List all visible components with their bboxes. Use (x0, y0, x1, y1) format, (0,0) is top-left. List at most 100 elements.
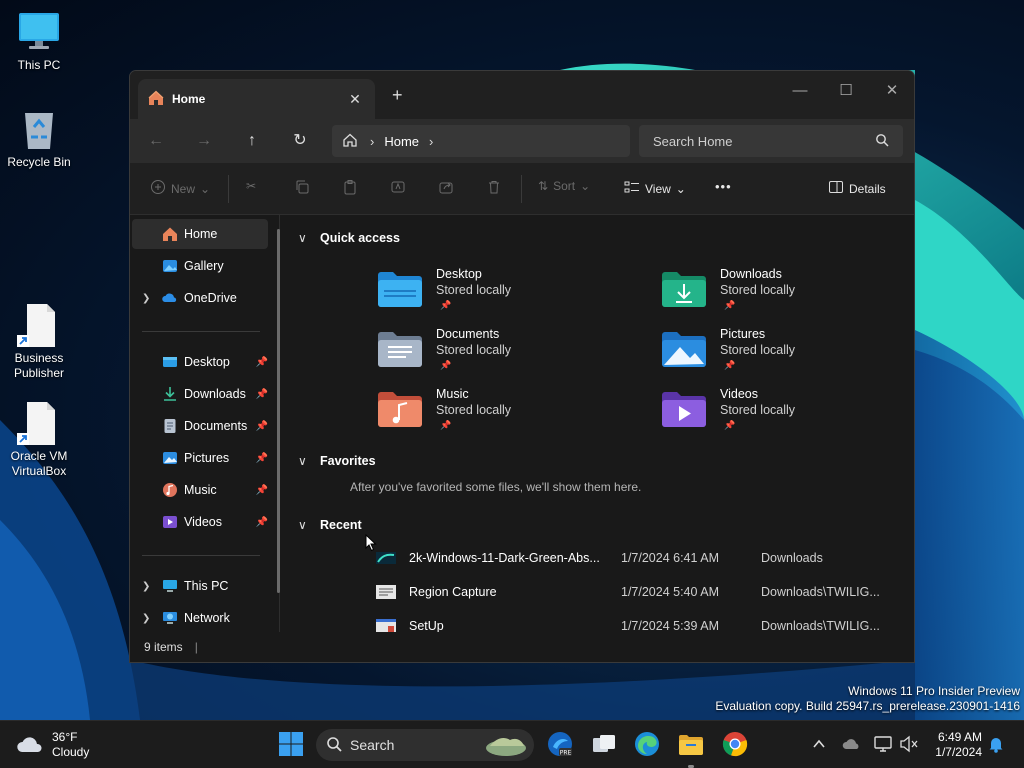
network-tray-icon[interactable] (873, 721, 893, 768)
pre-app-icon[interactable]: PRE (547, 731, 573, 757)
monitor-icon (17, 10, 61, 54)
pin-icon: 📌 (255, 452, 268, 464)
folder-status: Stored locally (436, 403, 512, 417)
weather-widget[interactable]: 36°F Cloudy (16, 730, 89, 760)
desktop-icon-oracle-vm-virtualbox[interactable]: Oracle VM VirtualBox (1, 401, 77, 479)
desktop-icon-business-publisher[interactable]: Business Publisher (1, 303, 77, 381)
section-quick-access[interactable]: ∨ Quick access (298, 231, 400, 245)
cloud-icon (16, 733, 44, 758)
onedrive-tray-icon[interactable] (842, 721, 862, 768)
clock[interactable]: 6:49 AM 1/7/2024 (935, 730, 982, 760)
refresh-button[interactable]: ↻ (288, 129, 312, 153)
chevron-right-icon[interactable]: ❯ (142, 293, 150, 304)
chevron-right-icon[interactable]: › (429, 134, 433, 149)
nav-item-onedrive[interactable]: ❯ OneDrive (132, 283, 268, 313)
nav-item-music[interactable]: Music 📌 (132, 475, 268, 505)
details-button[interactable]: Details (828, 179, 886, 198)
chevron-down-icon[interactable]: ∨ (298, 518, 307, 532)
nav-item-pictures[interactable]: Pictures 📌 (132, 443, 268, 473)
task-view-icon[interactable] (591, 731, 617, 757)
nav-item-downloads[interactable]: Downloads 📌 (132, 379, 268, 409)
up-button[interactable]: ↑ (240, 129, 264, 153)
chevron-down-icon[interactable]: ∨ (298, 454, 307, 468)
section-recent[interactable]: ∨ Recent (298, 518, 362, 532)
chevron-down-icon[interactable]: ∨ (298, 231, 307, 245)
desktop-icon-this-pc[interactable]: This PC (1, 10, 77, 73)
nav-item-network[interactable]: ❯ Network (132, 603, 268, 633)
more-options-button[interactable]: ••• (715, 179, 732, 194)
start-button[interactable] (278, 731, 304, 757)
back-button[interactable]: ← (144, 129, 168, 153)
maximize-button[interactable]: ☐ (823, 77, 869, 105)
sort-button[interactable]: ⇅ Sort ⌄ (538, 179, 590, 193)
sort-label: Sort (553, 179, 576, 193)
minimize-button[interactable]: — (777, 77, 823, 105)
quick-access-pictures[interactable]: Pictures Stored locally 📌 (662, 327, 902, 381)
tab-home[interactable]: Home ✕ (138, 79, 375, 119)
title-bar: Home ✕ + — ☐ ✕ (130, 71, 914, 119)
file-explorer-window: Home ✕ + — ☐ ✕ ← → ↑ ↻ › Home › Search H… (129, 70, 915, 663)
desktop-icon-recycle-bin[interactable]: Recycle Bin (1, 107, 77, 170)
watermark-line-2: Evaluation copy. Build 25947.rs_prerelea… (715, 699, 1020, 713)
navigation-scrollbar[interactable] (277, 229, 280, 593)
recent-row[interactable]: 2k-Windows-11-Dark-Green-Abs... 1/7/2024… (376, 545, 896, 571)
clipboard-icon (342, 179, 358, 198)
folder-name: Downloads (720, 267, 782, 281)
cut-button[interactable]: ✂ (246, 179, 256, 193)
pin-icon: 📌 (724, 420, 736, 430)
tab-title: Home (172, 92, 206, 106)
item-count: 9 items (144, 640, 183, 654)
chrome-browser-icon[interactable] (722, 731, 748, 757)
show-hidden-icons-button[interactable] (812, 721, 826, 768)
tab-close-button[interactable]: ✕ (345, 91, 365, 108)
nav-item-label: This PC (184, 579, 229, 593)
folder-status: Stored locally (720, 343, 796, 357)
nav-item-gallery[interactable]: Gallery (132, 251, 268, 281)
quick-access-downloads[interactable]: Downloads Stored locally 📌 (662, 267, 902, 321)
nav-item-videos[interactable]: Videos 📌 (132, 507, 268, 537)
notifications-button[interactable] (988, 721, 1004, 768)
downloads-folder-icon (662, 271, 706, 307)
recent-row[interactable]: Region Capture 1/7/2024 5:40 AM Download… (376, 579, 896, 605)
region-capture-icon (376, 584, 396, 600)
pictures-folder-icon (662, 331, 706, 367)
folder-name: Documents (436, 327, 500, 341)
search-input[interactable]: Search Home (653, 134, 875, 149)
quick-access-desktop[interactable]: Desktop Stored locally 📌 (378, 267, 618, 321)
desktop-icon-label: Business Publisher (13, 351, 65, 380)
nav-item-home[interactable]: Home (132, 219, 268, 249)
search-highlight-icon (484, 732, 528, 761)
edge-browser-icon[interactable] (634, 731, 660, 757)
forward-button[interactable]: → (192, 129, 216, 153)
paste-button[interactable] (342, 179, 358, 198)
pin-icon: 📌 (255, 516, 268, 528)
quick-access-documents[interactable]: Documents Stored locally 📌 (378, 327, 618, 381)
new-tab-button[interactable]: + (392, 85, 403, 106)
nav-item-label: Videos (184, 515, 222, 529)
quick-access-music[interactable]: Music Stored locally 📌 (378, 387, 618, 441)
file-explorer-icon[interactable] (678, 731, 704, 757)
copy-button[interactable] (294, 179, 310, 198)
rename-button[interactable] (390, 179, 406, 198)
share-button[interactable] (438, 179, 454, 198)
chevron-right-icon[interactable]: ❯ (142, 581, 150, 592)
view-button[interactable]: View ⌄ (624, 179, 686, 198)
desktop-icon-label: This PC (17, 58, 61, 72)
pin-icon: 📌 (440, 300, 452, 310)
new-button[interactable]: New ⌄ (150, 179, 210, 198)
close-button[interactable]: ✕ (869, 77, 914, 105)
search-box[interactable]: Search Home (639, 125, 903, 157)
chevron-right-icon[interactable]: ❯ (142, 613, 150, 624)
quick-access-videos[interactable]: Videos Stored locally 📌 (662, 387, 902, 441)
taskbar-search[interactable]: Search (316, 729, 534, 761)
address-bar[interactable]: › Home › (332, 125, 630, 157)
breadcrumb-home[interactable]: Home (384, 134, 419, 149)
nav-item-documents[interactable]: Documents 📌 (132, 411, 268, 441)
delete-button[interactable] (486, 179, 502, 198)
nav-item-this-pc[interactable]: ❯ This PC (132, 571, 268, 601)
nav-item-desktop[interactable]: Desktop 📌 (132, 347, 268, 377)
volume-tray-icon[interactable] (899, 721, 919, 768)
folder-status: Stored locally (720, 283, 796, 297)
chevron-down-icon: ⌄ (200, 181, 211, 196)
section-favorites[interactable]: ∨ Favorites (298, 454, 376, 468)
